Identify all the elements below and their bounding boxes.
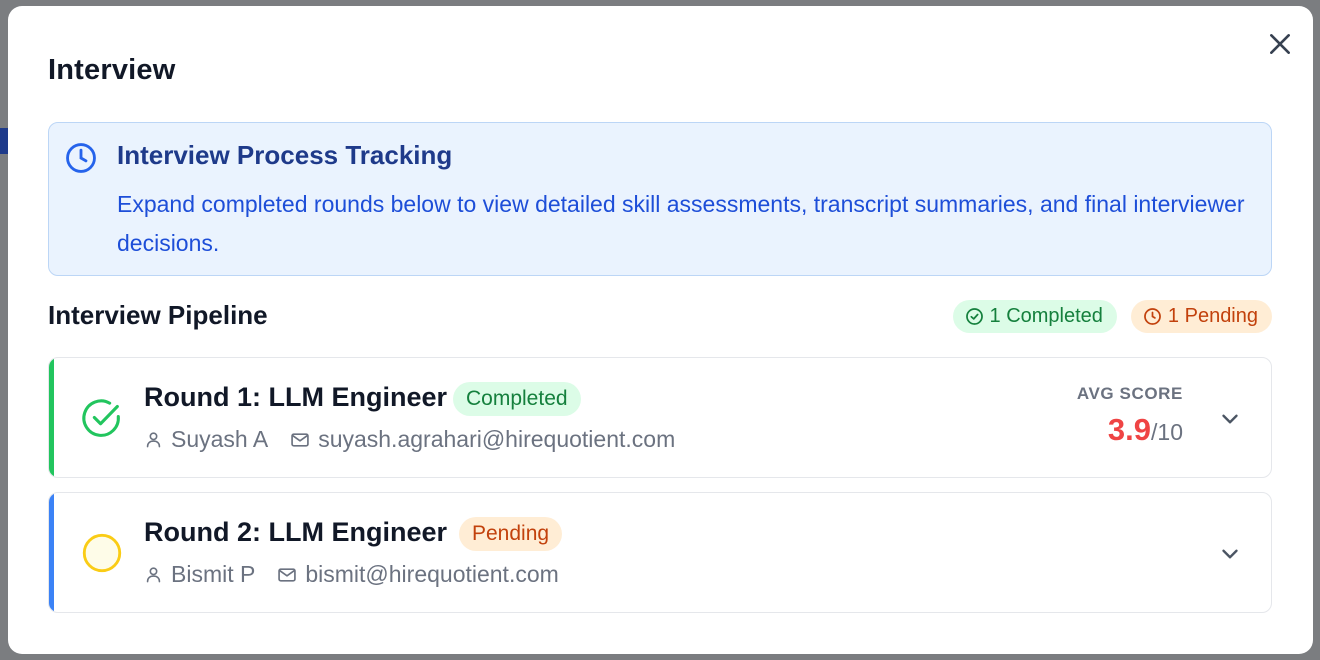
- avg-score-max: /10: [1151, 419, 1183, 445]
- pending-circle-icon: [82, 533, 122, 573]
- clock-icon: [1144, 308, 1161, 325]
- round-meta: Suyash A suyash.agrahari@hirequotient.co…: [144, 426, 675, 453]
- info-title: Interview Process Tracking: [117, 140, 453, 170]
- status-badge: Completed: [453, 382, 581, 416]
- completed-count-label: 1 Completed: [989, 305, 1103, 327]
- interviewer-email[interactable]: suyash.agrahari@hirequotient.com: [318, 426, 675, 453]
- pending-count-label: 1 Pending: [1167, 305, 1258, 327]
- round-meta: Bismit P bismit@hirequotient.com: [144, 561, 559, 588]
- info-banner: Interview Process Tracking Expand comple…: [48, 122, 1272, 276]
- pipeline-summary: 1 Completed 1 Pending: [952, 300, 1272, 333]
- round-accent-completed: [49, 358, 54, 477]
- close-icon: [1270, 34, 1290, 54]
- modal-title: Interview: [48, 54, 176, 86]
- interviewer-name: Suyash A: [171, 426, 269, 452]
- interview-modal: Interview Interview Process Tracking Exp…: [8, 6, 1313, 654]
- status-badge: Pending: [459, 517, 563, 551]
- completed-count-badge: 1 Completed: [952, 300, 1117, 333]
- clock-icon: [66, 143, 96, 173]
- avg-score-value: 3.9: [1107, 412, 1152, 447]
- round-accent-pending: [49, 493, 54, 612]
- user-icon: [146, 432, 161, 448]
- check-circle-icon: [82, 399, 120, 437]
- round-card-1[interactable]: Round 1: LLM Engineer Completed Suyash A…: [48, 357, 1272, 478]
- backdrop-page: [0, 128, 8, 154]
- avg-score-label: AVG SCORE: [1076, 384, 1183, 403]
- mail-icon: [291, 432, 309, 447]
- info-description: Expand completed rounds below to view de…: [117, 191, 1245, 256]
- check-circle-icon: [965, 308, 983, 325]
- chevron-down-icon[interactable]: [1217, 541, 1243, 567]
- user-icon: [146, 567, 161, 583]
- chevron-down-icon[interactable]: [1217, 406, 1243, 432]
- round-title: Round 2: LLM Engineer: [144, 517, 447, 547]
- round-card-2[interactable]: Round 2: LLM Engineer Pending Bismit P b…: [48, 492, 1272, 613]
- round-title: Round 1: LLM Engineer: [144, 382, 447, 412]
- pipeline-title: Interview Pipeline: [48, 300, 268, 330]
- interviewer-email[interactable]: bismit@hirequotient.com: [305, 561, 558, 588]
- interviewer-name: Bismit P: [171, 561, 256, 587]
- pending-count-badge: 1 Pending: [1130, 300, 1272, 333]
- avg-score: 3.9/10: [1108, 412, 1183, 448]
- mail-icon: [278, 567, 297, 582]
- close-button[interactable]: [1264, 28, 1296, 60]
